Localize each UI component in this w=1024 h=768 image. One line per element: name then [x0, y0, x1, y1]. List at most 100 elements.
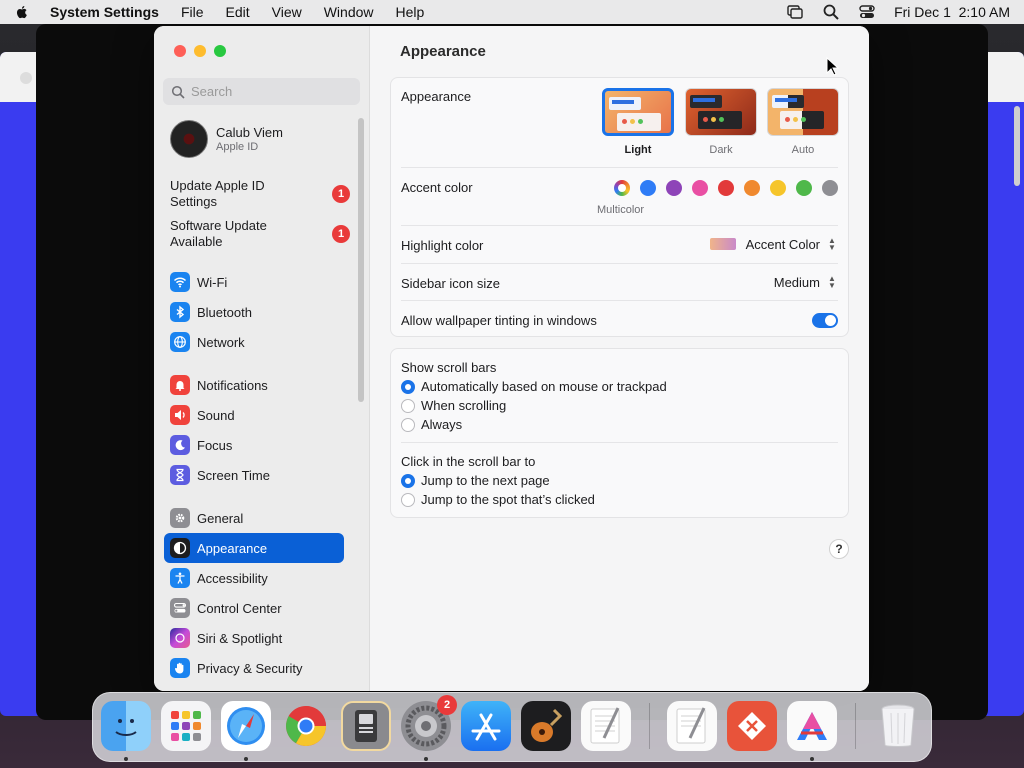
- sidebar-item-label: General: [197, 510, 244, 526]
- running-indicator: [244, 757, 248, 761]
- help-button[interactable]: ?: [829, 539, 849, 559]
- software-update-notice[interactable]: Software Update Available 1: [170, 218, 350, 250]
- accent-yellow[interactable]: [770, 180, 786, 196]
- sidebar-item-sound[interactable]: Sound: [164, 400, 344, 430]
- accent-purple[interactable]: [666, 180, 682, 196]
- dock-safari[interactable]: [221, 701, 271, 751]
- notice-badge: 1: [332, 225, 350, 243]
- close-window-button[interactable]: [174, 45, 186, 57]
- dock-system-information[interactable]: [341, 701, 391, 751]
- dock-finder[interactable]: [101, 701, 151, 751]
- accent-graphite[interactable]: [822, 180, 838, 196]
- sidebar-item-bluetooth[interactable]: Bluetooth: [164, 297, 344, 327]
- control-center-menu-icon[interactable]: [858, 3, 876, 21]
- siri-icon: [170, 628, 190, 648]
- accent-green[interactable]: [796, 180, 812, 196]
- dock-textedit-document[interactable]: [667, 701, 717, 751]
- spotlight-search-icon[interactable]: [822, 3, 840, 21]
- radio-scroll-automatic[interactable]: Automatically based on mouse or trackpad: [401, 379, 667, 394]
- avatar: [170, 120, 208, 158]
- radio-scroll-always[interactable]: Always: [401, 417, 462, 432]
- dock-app-store[interactable]: [461, 701, 511, 751]
- accent-orange[interactable]: [744, 180, 760, 196]
- accent-multicolor[interactable]: [614, 180, 630, 196]
- update-apple-id-notice[interactable]: Update Apple ID Settings 1: [170, 178, 350, 210]
- appearance-option-label: Dark: [709, 144, 733, 156]
- appearance-option-dark[interactable]: Dark: [685, 88, 757, 156]
- sidebar-icon-size-label: Sidebar icon size: [401, 276, 500, 291]
- menu-window[interactable]: Window: [324, 4, 374, 20]
- appearance-option-auto[interactable]: Auto: [767, 88, 839, 156]
- sidebar-icon-size-select[interactable]: Medium ▲ ▼: [774, 274, 838, 290]
- hourglass-icon: [170, 465, 190, 485]
- sidebar-item-notifications[interactable]: Notifications: [164, 370, 344, 400]
- sidebar-item-label: Notifications: [197, 377, 268, 393]
- radio-button[interactable]: [401, 492, 415, 507]
- dock-garageband[interactable]: [521, 701, 571, 751]
- dark-preview-thumbnail: [685, 88, 757, 136]
- radio-button[interactable]: [401, 473, 415, 488]
- bell-icon: [170, 375, 190, 395]
- menu-file[interactable]: File: [181, 4, 204, 20]
- sidebar-item-label: Privacy & Security: [197, 660, 303, 676]
- system-information-icon: [355, 710, 377, 742]
- zoom-window-button[interactable]: [214, 45, 226, 57]
- sidebar-item-appearance[interactable]: Appearance: [164, 533, 344, 563]
- radio-button[interactable]: [401, 417, 415, 432]
- highlight-color-select[interactable]: Accent Color ▲ ▼: [709, 236, 838, 252]
- document-icon: [676, 707, 706, 744]
- remote-desktop-icon: [738, 712, 766, 740]
- chevron-up-down-icon: ▲ ▼: [828, 274, 836, 290]
- menu-bar-clock[interactable]: Fri Dec 1 2:10 AM: [894, 4, 1010, 20]
- highlight-color-label: Highlight color: [401, 238, 484, 253]
- accent-red[interactable]: [718, 180, 734, 196]
- apple-logo-icon[interactable]: [14, 4, 30, 20]
- radio-jump-to-spot[interactable]: Jump to the spot that’s clicked: [401, 492, 595, 507]
- menu-app-name[interactable]: System Settings: [50, 4, 159, 20]
- apple-id-profile[interactable]: Calub Viem Apple ID: [170, 119, 350, 159]
- radio-scroll-when-scrolling[interactable]: When scrolling: [401, 398, 506, 413]
- bluetooth-icon: [170, 302, 190, 322]
- speaker-icon: [170, 405, 190, 425]
- search-input[interactable]: [191, 84, 351, 99]
- radio-jump-next-page[interactable]: Jump to the next page: [401, 473, 550, 488]
- system-settings-window: Calub Viem Apple ID Update Apple ID Sett…: [154, 26, 869, 691]
- sidebar-item-general[interactable]: General: [164, 503, 344, 533]
- menu-help[interactable]: Help: [396, 4, 425, 20]
- main-content: Appearance Appearance Light Dark Auto Ac…: [370, 26, 869, 691]
- sidebar-item-privacy-security[interactable]: Privacy & Security: [164, 653, 344, 683]
- dock-chrome[interactable]: [281, 701, 331, 751]
- sidebar-item-wifi[interactable]: Wi-Fi: [164, 267, 344, 297]
- click-scroll-bar-section: Click in the scroll bar to Jump to the n…: [401, 443, 838, 519]
- radio-button[interactable]: [401, 379, 415, 394]
- appearance-settings-card: Appearance Light Dark Auto Accent color …: [390, 77, 849, 337]
- sidebar-item-accessibility[interactable]: Accessibility: [164, 563, 344, 593]
- highlight-swatch: [709, 238, 736, 250]
- radio-button[interactable]: [401, 398, 415, 413]
- appearance-option-light[interactable]: Light: [602, 88, 674, 156]
- sidebar-item-control-center[interactable]: Control Center: [164, 593, 344, 623]
- sidebar-scrollbar[interactable]: [358, 118, 364, 402]
- sidebar-item-focus[interactable]: Focus: [164, 430, 344, 460]
- sidebar-item-label: Network: [197, 334, 245, 350]
- screen-mirroring-icon[interactable]: [786, 3, 804, 21]
- sidebar-item-screen-time[interactable]: Screen Time: [164, 460, 344, 490]
- dock-system-settings[interactable]: 2: [401, 695, 457, 751]
- dock-remote-desktop[interactable]: [727, 701, 777, 751]
- accent-blue[interactable]: [640, 180, 656, 196]
- sidebar-item-siri-spotlight[interactable]: Siri & Spotlight: [164, 623, 344, 653]
- wallpaper-tinting-toggle[interactable]: [812, 313, 838, 328]
- minimize-window-button[interactable]: [194, 45, 206, 57]
- menu-view[interactable]: View: [272, 4, 302, 20]
- dock-trash[interactable]: [873, 701, 923, 751]
- notification-badge: 2: [437, 695, 457, 715]
- accessibility-icon: [170, 568, 190, 588]
- dock-launchpad[interactable]: [161, 701, 211, 751]
- dock-textedit[interactable]: [581, 701, 631, 751]
- menu-edit[interactable]: Edit: [226, 4, 250, 20]
- dock-affinity[interactable]: [787, 701, 837, 751]
- moon-icon: [170, 435, 190, 455]
- sidebar-item-network[interactable]: Network: [164, 327, 344, 357]
- accent-pink[interactable]: [692, 180, 708, 196]
- finder-icon: [115, 719, 137, 736]
